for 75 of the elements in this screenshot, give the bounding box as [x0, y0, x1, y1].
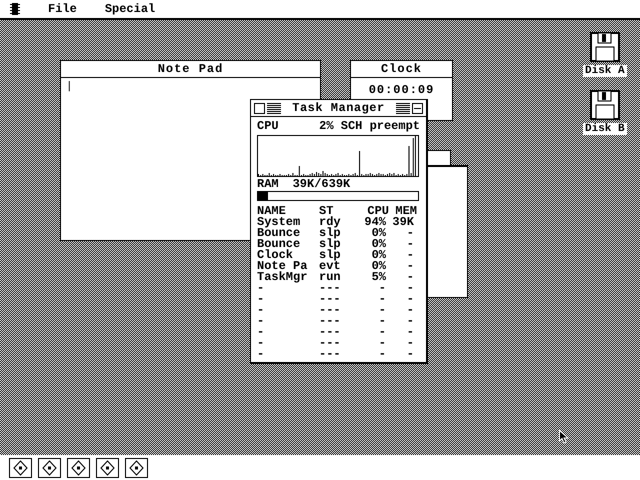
ram-reading: 39K/639K: [292, 179, 350, 190]
window-title: Note Pad: [158, 62, 224, 76]
table-cell-text: -: [257, 338, 266, 349]
table-cell-text: ---: [319, 305, 342, 316]
close-box[interactable]: [254, 102, 265, 114]
table-cell-text: -: [378, 294, 387, 305]
table-cell-text: -: [257, 294, 266, 305]
table-cell-text: -: [406, 338, 415, 349]
table-cell-text: ---: [319, 327, 342, 338]
column-header: ST: [319, 206, 334, 217]
title-bar-lines-icon: [267, 102, 281, 114]
column-header: MEM: [395, 206, 417, 217]
table-cell-text: -: [378, 349, 387, 360]
table-cell-text: -: [406, 283, 415, 294]
table-cell-text: -: [406, 316, 415, 327]
table-cell-text: -: [378, 283, 387, 294]
column-header: CPU: [367, 206, 389, 217]
table-cell-text: -: [378, 316, 387, 327]
table-cell-text: ---: [319, 338, 342, 349]
table-cell-text: slp: [319, 239, 342, 250]
table-cell-text: -: [406, 327, 415, 338]
menu-item[interactable]: Special: [104, 2, 156, 16]
table-cell-text: -: [406, 305, 415, 316]
table-cell-text: -: [257, 305, 266, 316]
table-cell-text: -: [378, 305, 387, 316]
table-cell-text: ---: [319, 349, 342, 360]
table-cell-text: Note Pa: [257, 261, 308, 272]
table-cell-text: ---: [319, 283, 342, 294]
table-cell-text: -: [406, 239, 415, 250]
table-cell-text: Clock: [257, 250, 294, 261]
window-title: Clock: [380, 62, 422, 76]
drive-label[interactable]: Disk A: [583, 65, 627, 77]
table-cell-text: 39K: [391, 217, 415, 228]
column-header: NAME: [257, 206, 286, 217]
table-cell-text: TaskMgr: [257, 272, 308, 283]
table-cell-text: 0%: [370, 250, 387, 261]
title-bar-lines-icon: [396, 102, 410, 114]
table-cell-text: -: [406, 349, 415, 360]
table-cell-text: rdy: [319, 217, 342, 228]
table-cell-text: -: [257, 349, 266, 360]
table-cell-text: -: [406, 261, 415, 272]
table-cell-text: -: [406, 272, 415, 283]
table-cell-text: -: [257, 283, 264, 294]
table-cell-text: run: [319, 272, 342, 283]
ram-label: RAM: [257, 179, 279, 190]
table-cell-text: -: [406, 294, 415, 305]
table-cell-text: Bounce: [257, 239, 302, 250]
mouse-pointer-icon: [559, 430, 569, 444]
table-cell-text: ---: [319, 294, 342, 305]
cpu-reading: 2% SCH preempt: [319, 121, 420, 132]
table-cell-text: -: [257, 327, 266, 338]
chip-icon[interactable]: [10, 3, 20, 15]
table-cell-text: 5%: [370, 272, 387, 283]
table-cell-text: 0%: [370, 239, 387, 250]
table-cell-text: Bounce: [257, 228, 302, 239]
window-title: Task Manager: [291, 101, 386, 115]
table-cell-text: slp: [319, 250, 342, 261]
cpu-label: CPU: [257, 121, 279, 132]
table-cell-text: -: [406, 250, 415, 261]
text-cursor: |: [66, 81, 74, 93]
table-cell-text: System: [257, 217, 302, 228]
menu-item[interactable]: File: [48, 2, 77, 16]
table-cell-text: 0%: [370, 261, 387, 272]
table-cell-text: slp: [319, 228, 342, 239]
clock-time: 00:00:09: [368, 83, 434, 97]
table-cell-text: -: [406, 228, 415, 239]
table-cell-text: 94%: [363, 217, 387, 228]
table-cell-text: -: [378, 338, 387, 349]
table-cell-text: 0%: [370, 228, 387, 239]
table-cell-text: evt: [319, 261, 342, 272]
table-cell-text: ---: [319, 316, 342, 327]
drive-label[interactable]: Disk B: [583, 123, 627, 135]
table-cell-text: -: [378, 327, 387, 338]
minimize-box-icon[interactable]: [412, 102, 423, 114]
table-cell-text: -: [257, 316, 266, 327]
